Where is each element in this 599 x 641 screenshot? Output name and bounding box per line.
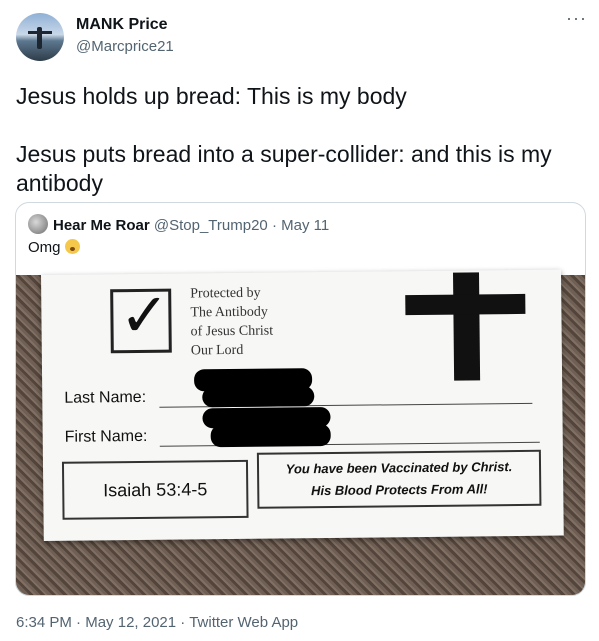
quoted-author-handle[interactable]: @Stop_Trump20 [154,217,268,234]
footer-separator: · [71,614,86,631]
quoted-text-content: Omg [28,239,61,256]
tweet-line-2: Jesus puts bread into a super-collider: … [16,141,552,196]
vaccinated-line-1: You have been Vaccinated by Christ. [285,459,513,477]
tweet-line-1: Jesus holds up bread: This is my body [16,83,407,109]
avatar-figure-arms [28,31,52,34]
tweet-source[interactable]: Twitter Web App [189,614,298,631]
quoted-author-name[interactable]: Hear Me Roar [53,217,150,234]
vaccination-card: ✓ Protected by The Antibody of Jesus Chr… [41,269,564,541]
exploding-head-emoji-icon [64,239,80,254]
verse-text: Isaiah 53:4-5 [103,479,208,501]
verse-box: Isaiah 53:4-5 [61,459,249,520]
footer-separator: · [176,614,190,631]
cross-icon [452,272,481,381]
quoted-author-avatar[interactable] [28,214,48,234]
protected-text: Protected by The Antibody of Jesus Chris… [190,283,311,360]
last-name-label: Last Name: [64,388,147,407]
author-avatar[interactable] [16,13,64,61]
tweet-date[interactable]: May 12, 2021 [85,614,176,631]
author-handle[interactable]: @Marcprice21 [76,38,174,55]
author-name[interactable]: MANK Price [76,16,168,34]
redaction-mark [202,386,315,408]
quoted-separator: · [267,217,282,234]
quoted-date[interactable]: May 11 [281,217,329,234]
first-name-label: First Name: [64,427,148,446]
vaccinated-line-2: His Blood Protects From All! [310,481,488,499]
quoted-tweet[interactable]: Hear Me Roar @Stop_Trump20 · May 11 Omg … [15,202,586,596]
quoted-tweet-header: Hear Me Roar @Stop_Trump20 · May 11 [28,214,329,234]
protected-line: Our Lord [190,342,244,359]
more-options-icon[interactable]: ··· [566,8,587,29]
checkbox-drawing: ✓ [110,280,172,354]
quoted-photo[interactable]: ✓ Protected by The Antibody of Jesus Chr… [16,269,585,595]
checkmark-icon: ✓ [119,280,171,352]
protected-line: Protected by [190,285,261,302]
tweet-time[interactable]: 6:34 PM [16,614,72,631]
vaccinated-box: You have been Vaccinated by Christ. His … [256,449,542,509]
protected-line: The Antibody [190,304,268,321]
quoted-text: Omg [28,239,80,256]
tweet-footer: 6:34 PM · May 12, 2021 · Twitter Web App [16,614,298,631]
cross-icon-bar [405,293,526,316]
redaction-mark [210,423,331,448]
protected-line: of Jesus Christ [190,323,274,340]
